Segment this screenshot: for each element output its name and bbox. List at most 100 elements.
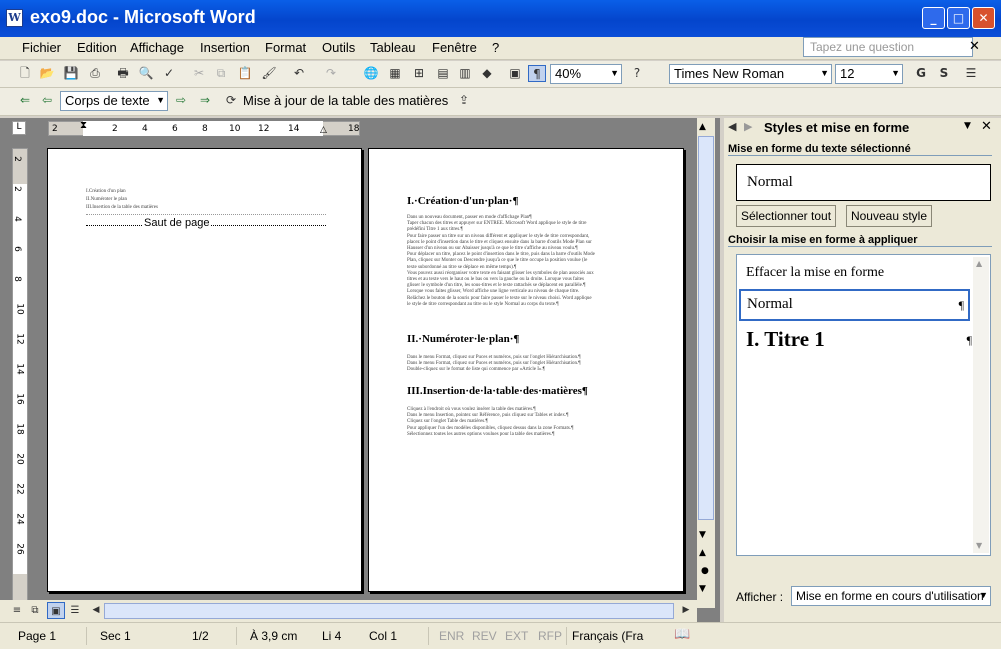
forward-arrow-icon[interactable]: ▶ [744, 120, 752, 133]
status-ext[interactable]: EXT [505, 629, 528, 643]
zoom-select[interactable]: 40% ▼ [550, 64, 622, 84]
menu-outils[interactable]: Outils [322, 40, 355, 55]
demote-body-icon[interactable]: ⇒ [196, 92, 214, 109]
style-item-normal[interactable]: Normal ¶ [739, 289, 970, 321]
normal-view-icon[interactable]: ≡ [8, 602, 26, 619]
clear-formatting-item[interactable]: Effacer la mise en forme [746, 265, 884, 281]
list-scrollbar[interactable]: ▲ ▼ [973, 257, 989, 553]
word-app-icon[interactable]: W [6, 9, 23, 27]
cut-icon[interactable]: ✂ [190, 65, 208, 82]
status-column[interactable]: Col 1 [369, 629, 397, 643]
status-language[interactable]: Français (Fra [572, 629, 643, 643]
heading-3[interactable]: III.Insertion·de·la·table·des·matières¶ [407, 385, 588, 397]
font-size-select[interactable]: 12 ▼ [835, 64, 903, 84]
paste-icon[interactable]: 📋 [236, 65, 254, 82]
scroll-down-icon[interactable]: ▼ [699, 530, 706, 540]
status-section[interactable]: Sec 1 [100, 629, 131, 643]
bold-button[interactable]: G [912, 65, 930, 82]
menu-affichage[interactable]: Affichage [130, 40, 184, 55]
scroll-thumb[interactable] [698, 136, 714, 520]
open-icon[interactable]: 📂 [38, 65, 56, 82]
outline-view-icon[interactable]: ☰ [66, 602, 84, 619]
help-icon[interactable]: ? [628, 65, 646, 82]
horizontal-scrollbar[interactable]: ≡ ⧉ ▣ ☰ ◀ ▶ [0, 600, 697, 622]
menu-fenetre[interactable]: Fenêtre [432, 40, 477, 55]
web-view-icon[interactable]: ⧉ [26, 602, 44, 619]
menu-tableau[interactable]: Tableau [370, 40, 416, 55]
permission-icon[interactable]: ⎙ [86, 65, 104, 82]
align-icon[interactable]: ☰ [962, 65, 980, 82]
save-icon[interactable]: 💾 [62, 65, 80, 82]
font-select[interactable]: Times New Roman ▼ [669, 64, 832, 84]
spelling-status-icon[interactable]: 📖 [674, 627, 690, 642]
doc-map-icon[interactable]: ▣ [506, 65, 524, 82]
status-pages[interactable]: 1/2 [192, 629, 209, 643]
shadow-button[interactable]: S [935, 65, 953, 82]
scroll-left-icon[interactable]: ◀ [87, 602, 105, 619]
columns-icon[interactable]: ▥ [456, 65, 474, 82]
demote-icon[interactable]: ⇨ [172, 92, 190, 109]
ask-question-input[interactable]: Tapez une question [803, 37, 973, 57]
page-2[interactable]: I.·Création·d'un·plan·¶ Dans un nouveau … [368, 148, 684, 592]
tables-borders-icon[interactable]: ▦ [386, 65, 404, 82]
pane-close-icon[interactable]: ✕ [981, 119, 992, 134]
outline-level-select[interactable]: Corps de texte ▼ [60, 91, 168, 111]
new-style-button[interactable]: Nouveau style [846, 205, 932, 227]
toc-entry-1[interactable]: I.Création d'un plan [86, 189, 326, 194]
menu-insertion[interactable]: Insertion [200, 40, 250, 55]
scroll-down-icon[interactable]: ▼ [976, 541, 982, 550]
vertical-scrollbar[interactable]: ▲ ▼ ▲ ● ▼ [697, 118, 715, 608]
current-style-box[interactable]: Normal [736, 164, 991, 201]
menu-fichier[interactable]: Fichier [22, 40, 61, 55]
right-indent-icon[interactable]: △ [320, 125, 327, 135]
toc-entry-2[interactable]: II.Numéroter le plan [86, 197, 326, 202]
select-all-button[interactable]: Sélectionner tout [736, 205, 836, 227]
insert-excel-icon[interactable]: ▤ [434, 65, 452, 82]
next-page-icon[interactable]: ▼ [699, 584, 706, 594]
maximize-button[interactable]: □ [947, 7, 970, 29]
scroll-up-icon[interactable]: ▲ [699, 122, 706, 132]
status-enr[interactable]: ENR [439, 629, 464, 643]
drawing-icon[interactable]: ◆ [478, 65, 496, 82]
update-toc-button[interactable]: Mise à jour de la table des matières [243, 93, 448, 108]
page-view-icon[interactable]: ▣ [47, 602, 65, 619]
status-page[interactable]: Page 1 [18, 629, 56, 643]
heading-1[interactable]: I.·Création·d'un·plan·¶ [407, 195, 518, 207]
print-preview-icon[interactable]: 🔍 [137, 65, 155, 82]
update-toc-icon[interactable]: ⟳ [222, 92, 240, 109]
heading-2[interactable]: II.·Numéroter·le·plan·¶ [407, 333, 519, 345]
status-line[interactable]: Li 4 [322, 629, 341, 643]
menu-edition[interactable]: Edition [77, 40, 117, 55]
tab-selector[interactable]: L [12, 121, 26, 135]
close-doc-icon[interactable]: ✕ [969, 39, 980, 54]
pane-menu-icon[interactable]: ▼ [964, 121, 971, 131]
toc-entry-3[interactable]: III.Insertion de la table des matières [86, 205, 326, 210]
scroll-right-icon[interactable]: ▶ [677, 602, 695, 619]
style-list[interactable]: Effacer la mise en forme Normal ¶ I. Titr… [736, 254, 991, 556]
spelling-icon[interactable]: ✓ [160, 65, 178, 82]
page-1[interactable]: I.Création d'un plan II.Numéroter le pla… [47, 148, 362, 592]
insert-table-icon[interactable]: ⊞ [410, 65, 428, 82]
hyperlink-icon[interactable]: 🌐 [362, 65, 380, 82]
show-hide-pilcrow-icon[interactable]: ¶ [528, 65, 546, 82]
undo-icon[interactable]: ↶ [290, 65, 308, 82]
status-position[interactable]: À 3,9 cm [250, 629, 297, 643]
close-button[interactable]: ✕ [972, 7, 995, 29]
print-icon[interactable]: 🖶 [114, 65, 132, 82]
prev-page-icon[interactable]: ▲ [699, 548, 706, 558]
redo-icon[interactable]: ↷ [322, 65, 340, 82]
status-rfp[interactable]: RFP [538, 629, 562, 643]
back-arrow-icon[interactable]: ◀ [728, 120, 736, 133]
format-painter-icon[interactable]: 🖌 [260, 65, 278, 82]
menu-format[interactable]: Format [265, 40, 306, 55]
show-select[interactable]: Mise en forme en cours d'utilisation ▼ [791, 586, 991, 606]
copy-icon[interactable]: ⧉ [212, 65, 230, 82]
minimize-button[interactable]: _ [922, 7, 945, 29]
scroll-up-icon[interactable]: ▲ [976, 259, 982, 268]
indent-marker-icon[interactable]: ⧗ [80, 120, 87, 131]
menu-help[interactable]: ? [492, 40, 499, 55]
hscroll-thumb[interactable] [104, 603, 674, 619]
new-doc-icon[interactable]: 🗋 [16, 65, 34, 82]
goto-toc-icon[interactable]: ⇪ [455, 92, 473, 109]
status-rev[interactable]: REV [472, 629, 497, 643]
